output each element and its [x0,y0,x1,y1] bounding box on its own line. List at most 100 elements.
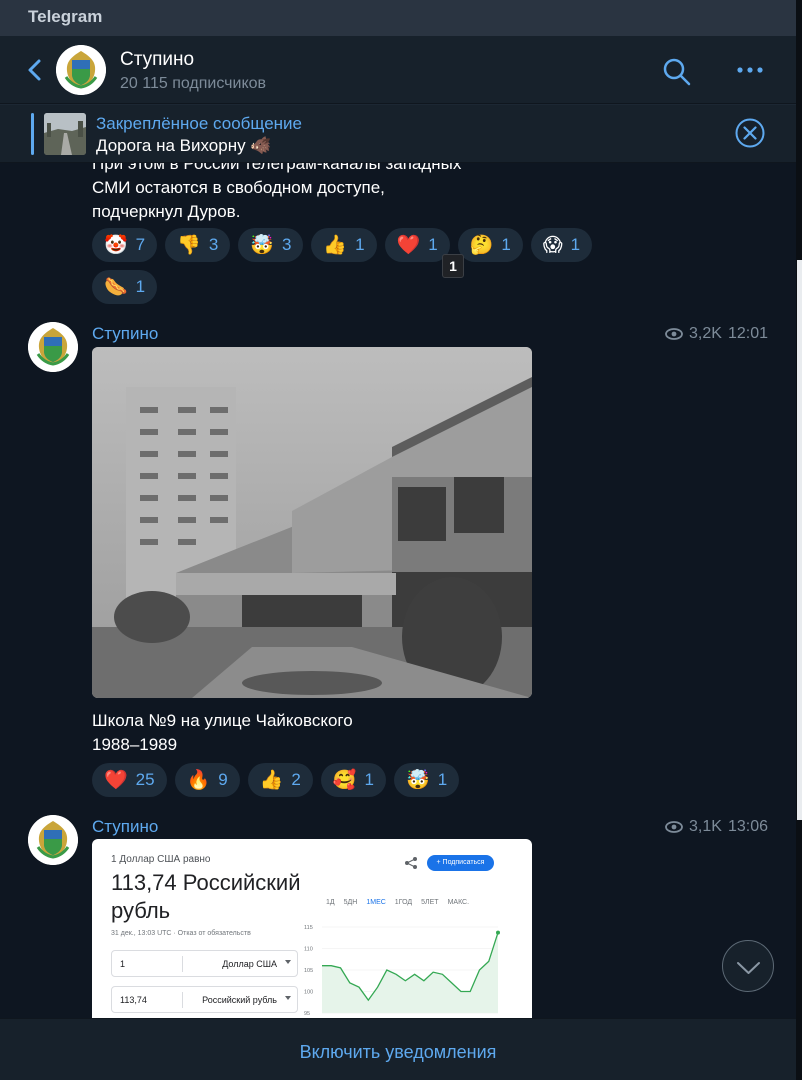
bottom-bar: Включить уведомления [0,1018,796,1080]
post-photo[interactable] [92,347,532,698]
thumbs-up-emoji: 👍 [259,769,284,791]
reaction-tooltip: 1 [442,254,464,278]
subscribe-button: + Подписаться [427,855,494,871]
field-divider [182,992,183,1008]
views-eye-icon [665,821,683,833]
search-icon[interactable] [660,56,692,88]
chart-area [322,932,498,1013]
post-avatar[interactable] [28,322,78,372]
caption-line: Школа №9 на улице Чайковского [92,711,353,730]
reaction-count: 7 [135,235,146,254]
chart-y-tick: 115 [304,925,313,931]
dropdown-caret-icon [285,996,291,1000]
reaction-heart[interactable]: ❤️ 1 [384,228,450,262]
currency-screenshot[interactable]: 1 Доллар США равно 113,74 Российский руб… [92,839,532,1018]
chart-y-tick: 100 [304,990,313,996]
caption-line: 1988–1989 [92,735,178,754]
coat-of-arms-icon [28,322,78,372]
post-time: 13:06 [727,818,768,835]
reactions-row: 🤡 7 👎 3 🤯 3 👍 1 ❤️ 1 🤔 1 😱 1 🌭 1 [92,228,612,304]
heart-emoji: ❤️ [396,234,421,256]
coat-of-arms-icon [56,45,106,95]
reaction-thumbs-up[interactable]: 👍 1 [311,228,377,262]
fire-emoji: 🔥 [186,769,211,791]
coat-of-arms-icon [28,815,78,865]
pinned-thumbnail [44,113,86,155]
range-tabs: 1Д 5ДН 1МЕС 1ГОД 5ЛЕТ МАКС. [326,899,469,906]
reaction-clown[interactable]: 🤡 7 [92,228,158,262]
reaction-mind-blown[interactable]: 🤯 1 [394,763,460,797]
post-meta: 3,1K 13:06 [665,818,768,836]
clown-emoji: 🤡 [104,234,128,256]
reaction-scream[interactable]: 😱 1 [530,228,593,262]
back-arrow-icon[interactable] [24,56,46,84]
post-sender[interactable]: Ступино [92,817,158,837]
share-icon [405,857,417,869]
view-count: 3,2K [689,325,722,342]
range-tab: 1ГОД [394,899,413,906]
more-icon[interactable] [734,58,766,82]
range-tab: 1Д [326,899,335,906]
reaction-hotdog[interactable]: 🌭 1 [92,270,158,304]
reaction-count: 9 [218,770,228,789]
chart-y-tick: 105 [304,968,313,974]
reaction-count: 1 [437,770,448,789]
photo-caption: Школа №9 на улице Чайковского 1988–1989 [92,709,353,757]
reaction-heart[interactable]: ❤️ 25 [92,763,167,797]
range-tab: 5ДН [343,899,358,906]
reaction-thumbs-down[interactable]: 👎 3 [165,228,231,262]
window-titlebar: Telegram [0,0,802,36]
reaction-count: 3 [208,235,219,254]
rate-caption: 1 Доллар США равно [111,854,211,865]
chart-y-tick: 95 [304,1011,310,1017]
reaction-smiling-hearts[interactable]: 🥰 1 [320,763,387,797]
amount-value: 1 [120,959,126,969]
mind-blown-emoji: 🤯 [250,234,274,256]
thumbs-down-emoji: 👎 [177,234,201,256]
reaction-count: 2 [291,770,301,789]
rate-value: 113,74 Российский рубль [111,870,301,923]
scroll-down-button[interactable] [722,940,774,992]
range-tab: МАКС. [447,899,470,906]
view-count: 3,1K [689,818,722,835]
subscriber-count: 20 115 подписчиков [120,75,267,92]
reaction-mind-blown[interactable]: 🤯 3 [238,228,304,262]
result-value: 113,74 [120,995,147,1005]
pinned-text: Дорога на Вихорну 🐗 [96,136,272,155]
rate-date: 31 дек., 13:03 UTC · Отказ от обязательс… [111,930,251,937]
post-sender[interactable]: Ступино [92,324,158,344]
amount-field: 1 Доллар США [111,950,298,977]
reaction-count: 1 [355,235,365,254]
message-text: При этом в России телеграм-каналы западн… [92,163,542,224]
smiling-hearts-emoji: 🥰 [332,769,357,791]
enable-notifications-button[interactable]: Включить уведомления [0,1019,796,1080]
app-name: Telegram [28,7,103,26]
pinned-accent-bar [31,113,34,155]
pinned-title: Закреплённое сообщение [96,114,302,133]
reaction-thumbs-up[interactable]: 👍 2 [247,763,313,797]
reaction-count: 1 [570,235,581,254]
currency-unit: Доллар США [222,959,277,969]
post-time: 12:01 [727,325,768,342]
close-pinned-icon[interactable] [734,117,766,149]
post-avatar[interactable] [28,815,78,865]
chart-last-point [496,930,500,935]
post-meta: 3,2K 12:01 [665,325,768,343]
chat-header: Ступино 20 115 подписчиков [0,36,796,104]
message-line: При этом в России телеграм-каналы западн… [92,163,462,173]
reactions-row: ❤️ 25 🔥 9 👍 2 🥰 1 🤯 1 [92,763,612,797]
thinking-emoji: 🤔 [469,234,494,256]
reaction-thinking[interactable]: 🤔 1 [457,228,523,262]
reaction-fire[interactable]: 🔥 9 [174,763,240,797]
reaction-count: 1 [501,235,511,254]
views-eye-icon [665,328,683,340]
pinned-message-bar[interactable]: Закреплённое сообщение Дорога на Вихорну… [0,105,796,163]
scream-emoji: 😱 [542,234,563,256]
background-window-strip [797,260,802,820]
channel-name[interactable]: Ступино [120,49,194,71]
message-feed[interactable]: При этом в России телеграм-каналы западн… [0,163,796,1018]
reaction-count: 25 [135,770,155,789]
field-divider [182,956,183,972]
channel-avatar[interactable] [56,45,106,95]
dropdown-caret-icon [285,960,291,964]
